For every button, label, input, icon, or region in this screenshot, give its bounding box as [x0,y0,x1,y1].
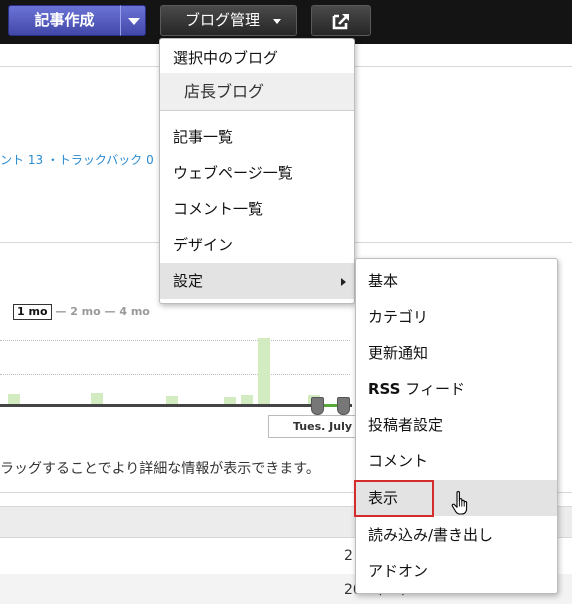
feed-label: フィード [400,380,465,398]
blog-management-label: ブログ管理 [185,11,261,29]
external-link-icon [332,14,349,30]
range-handle-left[interactable] [311,397,324,415]
submenu-item-basic[interactable]: 基本 [356,263,557,299]
zoom-1mo[interactable]: 1 mo [13,304,52,320]
blog-management-menu: 選択中のブログ 店長ブログ 記事一覧 ウェブページ一覧 コメント一覧 デザイン … [159,38,355,304]
menu-item-design[interactable]: デザイン [160,227,354,263]
chart-bar [224,397,236,404]
menu-item-comments[interactable]: コメント一覧 [160,191,354,227]
blog-management-button[interactable]: ブログ管理 [160,5,297,36]
submenu-item-author-settings[interactable]: 投稿者設定 [356,407,557,443]
comment-trackback-counts[interactable]: ント 13 ・トラックバック 0 [0,151,154,168]
submenu-arrow-icon [341,278,346,286]
chart-bar [241,395,253,404]
chart-bar [166,396,178,404]
menu-item-settings-label: 設定 [173,272,204,290]
current-blog-name[interactable]: 店長ブログ [160,73,354,111]
gridline [0,374,350,375]
submenu-item-comments[interactable]: コメント [356,443,557,479]
menu-item-entries[interactable]: 記事一覧 [160,119,354,155]
menu-item-settings[interactable]: 設定 [160,263,354,299]
table-cell: 2 [344,548,353,564]
gridline [0,340,350,341]
submenu-item-import-export[interactable]: 読み込み/書き出し [356,517,557,553]
chevron-down-icon [128,18,140,25]
caret-down-icon [273,19,281,24]
settings-submenu: 基本 カテゴリ 更新通知 RSS フィード 投稿者設定 コメント 表示 読み込み… [355,258,558,594]
submenu-item-addons[interactable]: アドオン [356,553,557,589]
submenu-item-category[interactable]: カテゴリ [356,299,557,335]
chart-timeline [0,404,352,407]
submenu-item-update-ping[interactable]: 更新通知 [356,335,557,371]
view-site-button[interactable] [311,5,371,36]
highlight-box [354,480,434,517]
selected-blog-heading: 選択中のブログ [173,49,279,67]
submenu-item-rss-feed[interactable]: RSS フィード [356,371,557,407]
chart-help-text: ラッグすることでより詳細な情報が表示できます。 [0,461,320,477]
hand-cursor-icon [451,491,468,515]
range-handle-right[interactable] [337,397,350,415]
chart-bar [258,338,270,404]
chart-bar [8,394,20,404]
chart-date-label: Tues. July [268,415,358,438]
chart-zoom-selector: 1 mo — 2 mo — 4 mo [13,304,150,320]
compose-entry-button[interactable]: 記事作成 [8,5,121,36]
menu-item-webpages[interactable]: ウェブページ一覧 [160,155,354,191]
rss-label: RSS [368,380,401,398]
zoom-other-options[interactable]: — 2 mo — 4 mo [55,305,150,318]
compose-dropdown-button[interactable] [120,5,146,36]
chart-bar [91,393,103,404]
